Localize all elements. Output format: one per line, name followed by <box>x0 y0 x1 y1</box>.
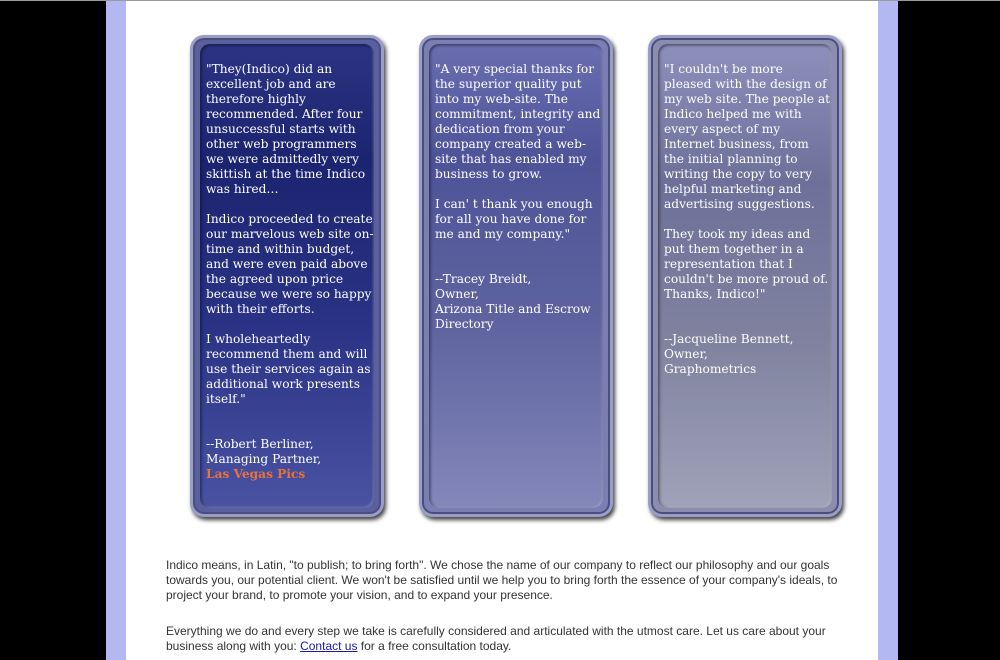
signature-title: Owner, <box>664 347 708 361</box>
signature-company: Arizona Title and Escrow Directory <box>435 302 591 331</box>
about-paragraph: Indico means, in Latin, "to publish; to … <box>166 558 838 602</box>
quote-paragraph: Indico proceeded to create our marvelous… <box>206 212 374 316</box>
signature: --Robert Berliner, Managing Partner, Las… <box>206 437 374 482</box>
signature-company: Graphometrics <box>664 362 757 376</box>
quote-paragraph: "They(Indico) did an excellent job and a… <box>206 62 366 196</box>
signature-name: --Jacqueline Bennett, <box>664 332 794 346</box>
cta-paragraph: Everything we do and every step we take … <box>166 624 846 654</box>
testimonial-card-3: "I couldn't be more pleased with the des… <box>648 35 842 517</box>
testimonial-text: "A very special thanks for the superior … <box>435 62 603 332</box>
signature-title: Owner, <box>435 287 479 301</box>
testimonial-text: "I couldn't be more pleased with the des… <box>664 62 832 377</box>
quote-paragraph: I can' t thank you enough for all you ha… <box>435 197 593 241</box>
quote-paragraph: "A very special thanks for the superior … <box>435 62 601 181</box>
quote-paragraph: "I couldn't be more pleased with the des… <box>664 62 831 211</box>
contact-us-link[interactable]: Contact us <box>300 639 357 653</box>
signature: --Jacqueline Bennett, Owner, Graphometri… <box>664 332 832 377</box>
quote-paragraph: They took my ideas and put them together… <box>664 227 829 301</box>
content-area: "They(Indico) did an excellent job and a… <box>126 1 878 660</box>
signature-name: --Robert Berliner, <box>206 437 314 451</box>
testimonial-card-2: "A very special thanks for the superior … <box>419 35 613 517</box>
signature: --Tracey Breidt, Owner, Arizona Title an… <box>435 272 603 332</box>
quote-paragraph: I wholeheartedly recommend them and will… <box>206 332 371 406</box>
testimonial-card-1: "They(Indico) did an excellent job and a… <box>190 35 384 517</box>
signature-title: Managing Partner, <box>206 452 322 466</box>
cta-text-end: for a free consultation today. <box>357 639 512 653</box>
testimonial-text: "They(Indico) did an excellent job and a… <box>206 62 374 482</box>
company-link[interactable]: Las Vegas Pics <box>206 467 305 481</box>
page-frame: "They(Indico) did an excellent job and a… <box>106 1 898 660</box>
signature-name: --Tracey Breidt, <box>435 272 532 286</box>
